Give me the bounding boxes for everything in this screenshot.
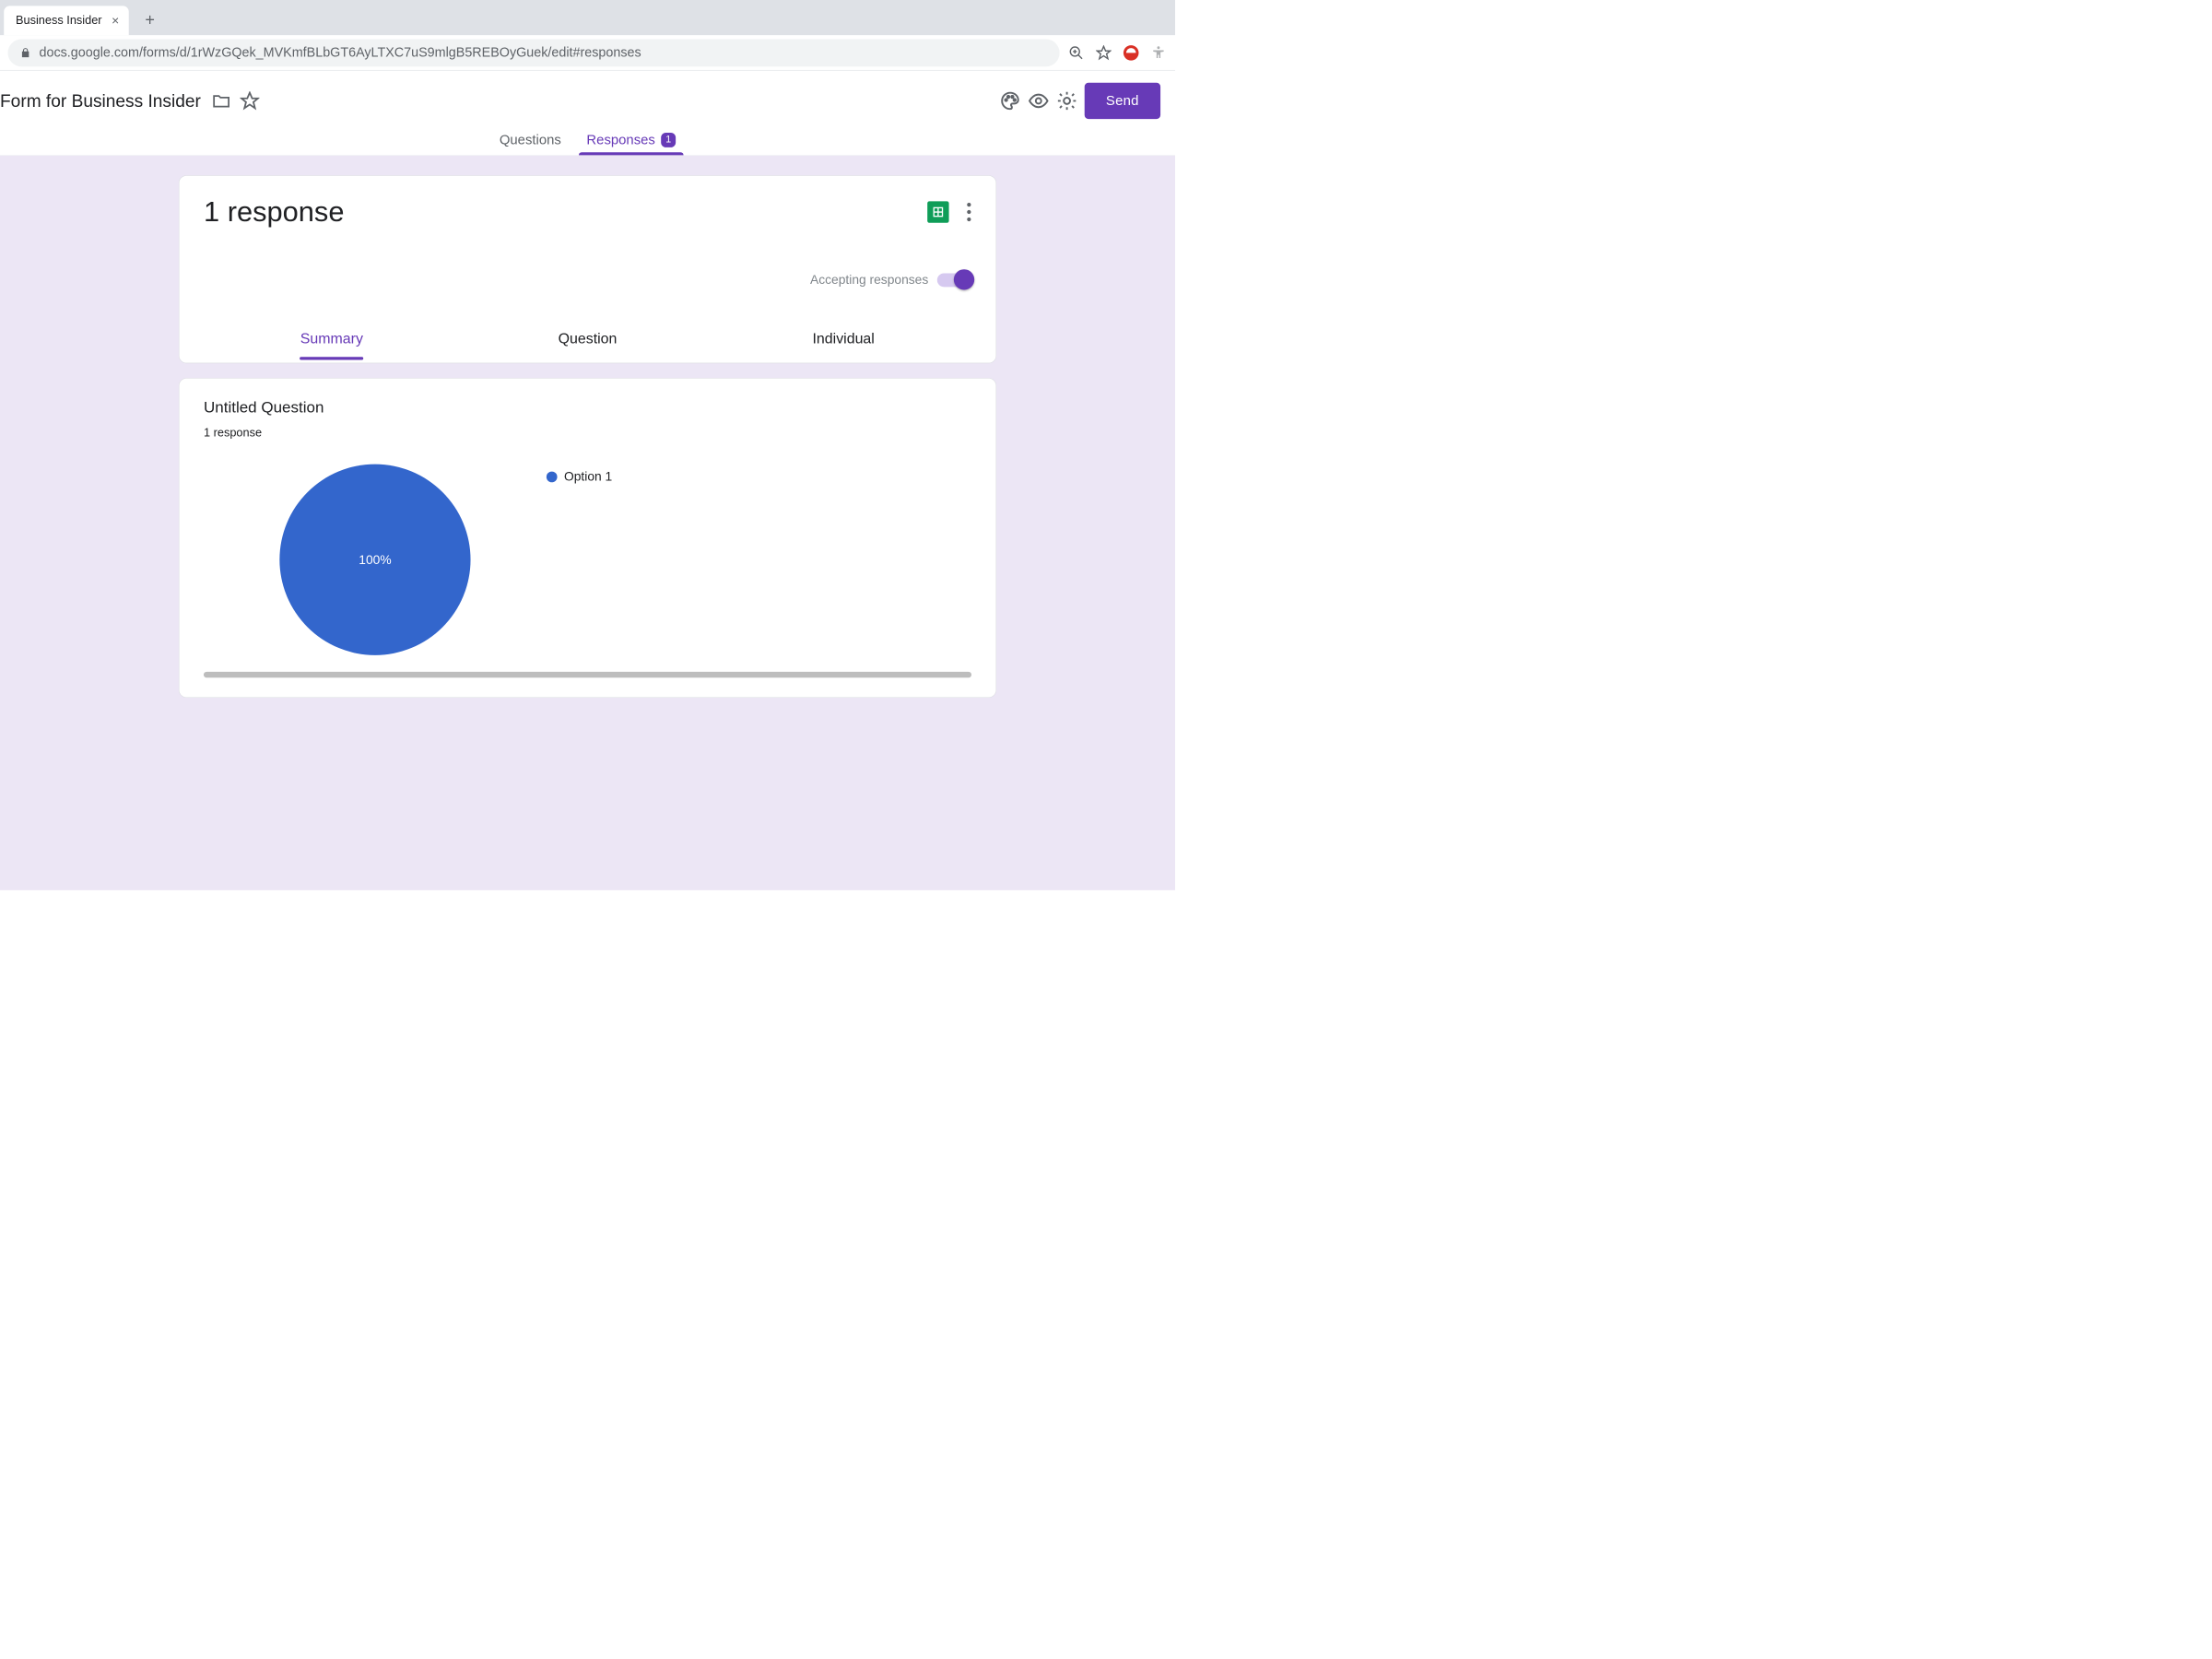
accepting-responses-label: Accepting responses [810,272,928,287]
browser-tabstrip: Business Insider × + [0,0,1175,35]
question-response-card: Untitled Question 1 response 100% Option… [179,378,996,698]
pie-chart: 100% [204,465,547,655]
new-tab-button[interactable]: + [137,8,162,33]
tab-questions-label: Questions [500,132,561,147]
responses-summary-card: 1 response Accepting responses Summary Q… [179,175,996,363]
send-button[interactable]: Send [1085,83,1161,119]
accessibility-icon[interactable] [1149,44,1167,62]
accepting-responses-toggle[interactable] [937,273,971,287]
pie-slice-0: 100% [279,465,470,655]
content-canvas: 1 response Accepting responses Summary Q… [0,156,1175,890]
subtab-summary[interactable]: Summary [204,322,460,356]
bookmark-star-icon[interactable] [1095,44,1112,62]
extension-icon[interactable] [1123,44,1140,62]
question-response-count: 1 response [204,426,971,440]
subtab-question[interactable]: Question [460,322,716,356]
legend-item-label: Option 1 [564,469,612,484]
more-options-button[interactable] [967,203,971,221]
tab-title: Business Insider [16,14,102,28]
form-title[interactable]: Form for Business Insider [0,90,201,111]
legend-item-0: Option 1 [547,469,971,484]
legend-swatch-icon [547,471,558,482]
responses-sub-tabs: Summary Question Individual [204,322,971,356]
responses-badge: 1 [661,133,676,147]
chart-legend: Option 1 [547,465,971,485]
pie-center-label: 100% [359,552,391,567]
main-tabs: Questions Responses 1 [0,124,1175,156]
url-input[interactable]: docs.google.com/forms/d/1rWzGQek_MVKmfBL… [8,39,1060,66]
preview-eye-icon[interactable] [1028,90,1049,112]
tab-responses[interactable]: Responses 1 [574,124,688,155]
star-icon[interactable] [239,90,260,112]
palette-icon[interactable] [999,90,1020,112]
tab-questions[interactable]: Questions [487,124,574,155]
responses-count-title: 1 response [204,195,344,229]
app-header: Form for Business Insider Send [0,71,1175,124]
url-text: docs.google.com/forms/d/1rWzGQek_MVKmfBL… [40,45,641,60]
move-to-folder-icon[interactable] [211,90,232,112]
settings-gear-icon[interactable] [1056,90,1077,112]
horizontal-scrollbar[interactable] [204,672,971,677]
lock-icon [19,47,31,59]
close-icon[interactable]: × [112,14,119,27]
tab-responses-label: Responses [586,132,654,147]
browser-tab[interactable]: Business Insider × [4,6,129,35]
address-bar: docs.google.com/forms/d/1rWzGQek_MVKmfBL… [0,35,1175,70]
subtab-individual[interactable]: Individual [715,322,971,356]
zoom-icon[interactable] [1067,44,1085,62]
create-spreadsheet-button[interactable] [927,201,948,222]
question-title: Untitled Question [204,398,971,417]
